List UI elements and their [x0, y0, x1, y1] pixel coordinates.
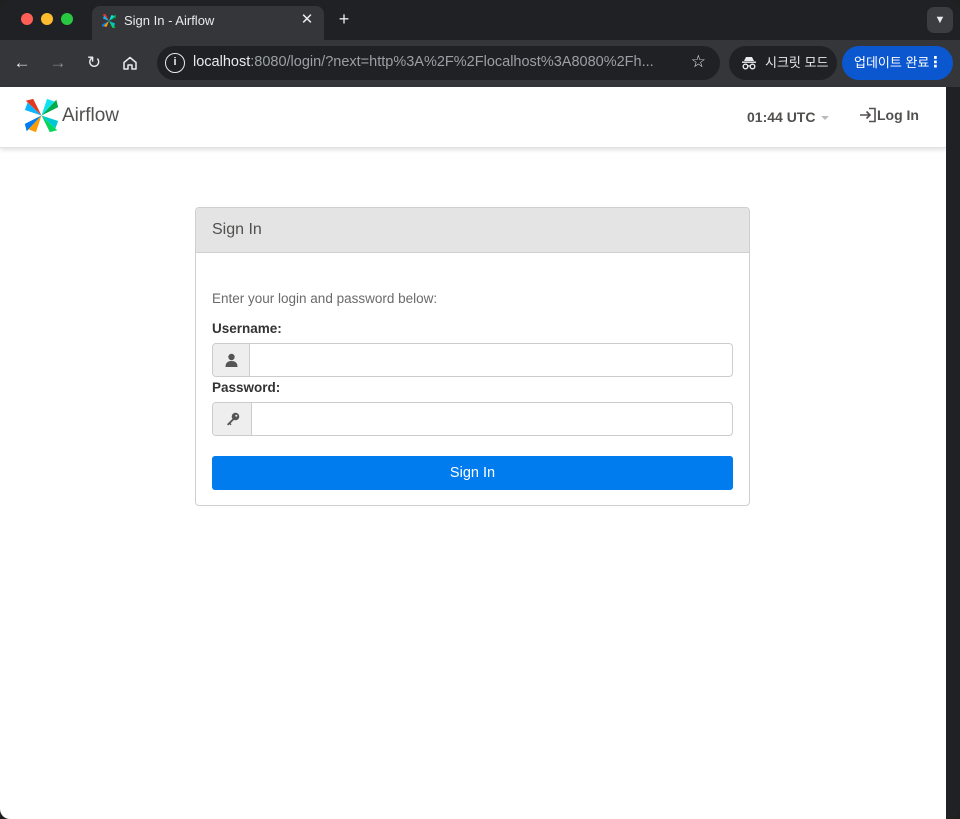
- password-input-group: [212, 402, 733, 436]
- incognito-indicator[interactable]: 시크릿 모드: [729, 46, 837, 80]
- back-arrow-icon[interactable]: ←: [11, 52, 33, 74]
- minimize-window-button[interactable]: [41, 13, 53, 25]
- clock-text: 01:44 UTC: [747, 109, 816, 125]
- password-addon: [213, 403, 252, 435]
- forward-arrow-icon[interactable]: →: [47, 52, 69, 74]
- username-field[interactable]: [250, 344, 732, 376]
- tab-search-chevron-down-icon[interactable]: ▼: [927, 7, 953, 33]
- user-icon: [225, 353, 238, 367]
- new-tab-button[interactable]: +: [334, 9, 354, 29]
- home-icon[interactable]: [119, 52, 141, 74]
- airflow-favicon-icon: [102, 14, 116, 28]
- window-edge: [946, 87, 960, 819]
- login-panel: Sign In Enter your login and password be…: [195, 207, 750, 506]
- browser-tab[interactable]: Sign In - Airflow ✕: [92, 6, 324, 40]
- username-addon: [213, 344, 250, 376]
- key-icon: [227, 412, 240, 426]
- panel-title: Sign In: [212, 221, 262, 238]
- browser-toolbar: ← → ↻ i localhost:8080/login/?next=http%…: [0, 40, 960, 87]
- panel-heading: Sign In: [196, 208, 749, 253]
- login-instruction: Enter your login and password below:: [212, 291, 438, 306]
- tab-title: Sign In - Airflow: [124, 13, 215, 28]
- login-link[interactable]: Log In: [859, 107, 919, 123]
- url-text[interactable]: localhost:8080/login/?next=http%3A%2F%2F…: [193, 54, 673, 70]
- incognito-label: 시크릿 모드: [765, 55, 829, 70]
- reload-icon[interactable]: ↻: [83, 52, 105, 74]
- maximize-window-button[interactable]: [61, 13, 73, 25]
- password-label: Password:: [212, 380, 281, 395]
- brand-link[interactable]: Airflow: [23, 97, 133, 135]
- close-icon[interactable]: ✕: [298, 11, 316, 29]
- incognito-icon: [742, 57, 756, 70]
- airflow-navbar: Airflow 01:44 UTC Log In: [0, 87, 946, 148]
- brand-name: Airflow: [62, 105, 120, 126]
- more-vertical-icon: ⋮: [928, 54, 943, 71]
- bookmark-star-icon[interactable]: ☆: [691, 52, 706, 72]
- url-host: localhost: [193, 54, 251, 70]
- clock-dropdown[interactable]: 01:44 UTC: [747, 109, 830, 125]
- update-button[interactable]: 업데이트 완료 ⋮: [842, 46, 953, 80]
- caret-down-icon: [821, 116, 830, 121]
- password-field[interactable]: [252, 403, 732, 435]
- sign-in-button[interactable]: Sign In: [212, 456, 733, 490]
- close-window-button[interactable]: [21, 13, 33, 25]
- update-label: 업데이트 완료: [854, 55, 930, 70]
- username-label: Username:: [212, 321, 282, 336]
- address-bar[interactable]: i localhost:8080/login/?next=http%3A%2F%…: [157, 46, 720, 80]
- sign-in-icon: [860, 107, 876, 123]
- login-label: Log In: [877, 107, 919, 123]
- url-path: :8080/login/?next=http%3A%2F%2Flocalhost…: [250, 54, 654, 70]
- tab-strip: Sign In - Airflow ✕ + ▼: [0, 0, 960, 40]
- username-input-group: [212, 343, 733, 377]
- site-info-icon[interactable]: i: [165, 53, 185, 73]
- airflow-logo-icon: [24, 98, 59, 133]
- page-content: Airflow 01:44 UTC Log In Sign In Enter y…: [0, 87, 946, 819]
- browser-window: Sign In - Airflow ✕ + ▼ ← → ↻ i localhos…: [0, 0, 960, 819]
